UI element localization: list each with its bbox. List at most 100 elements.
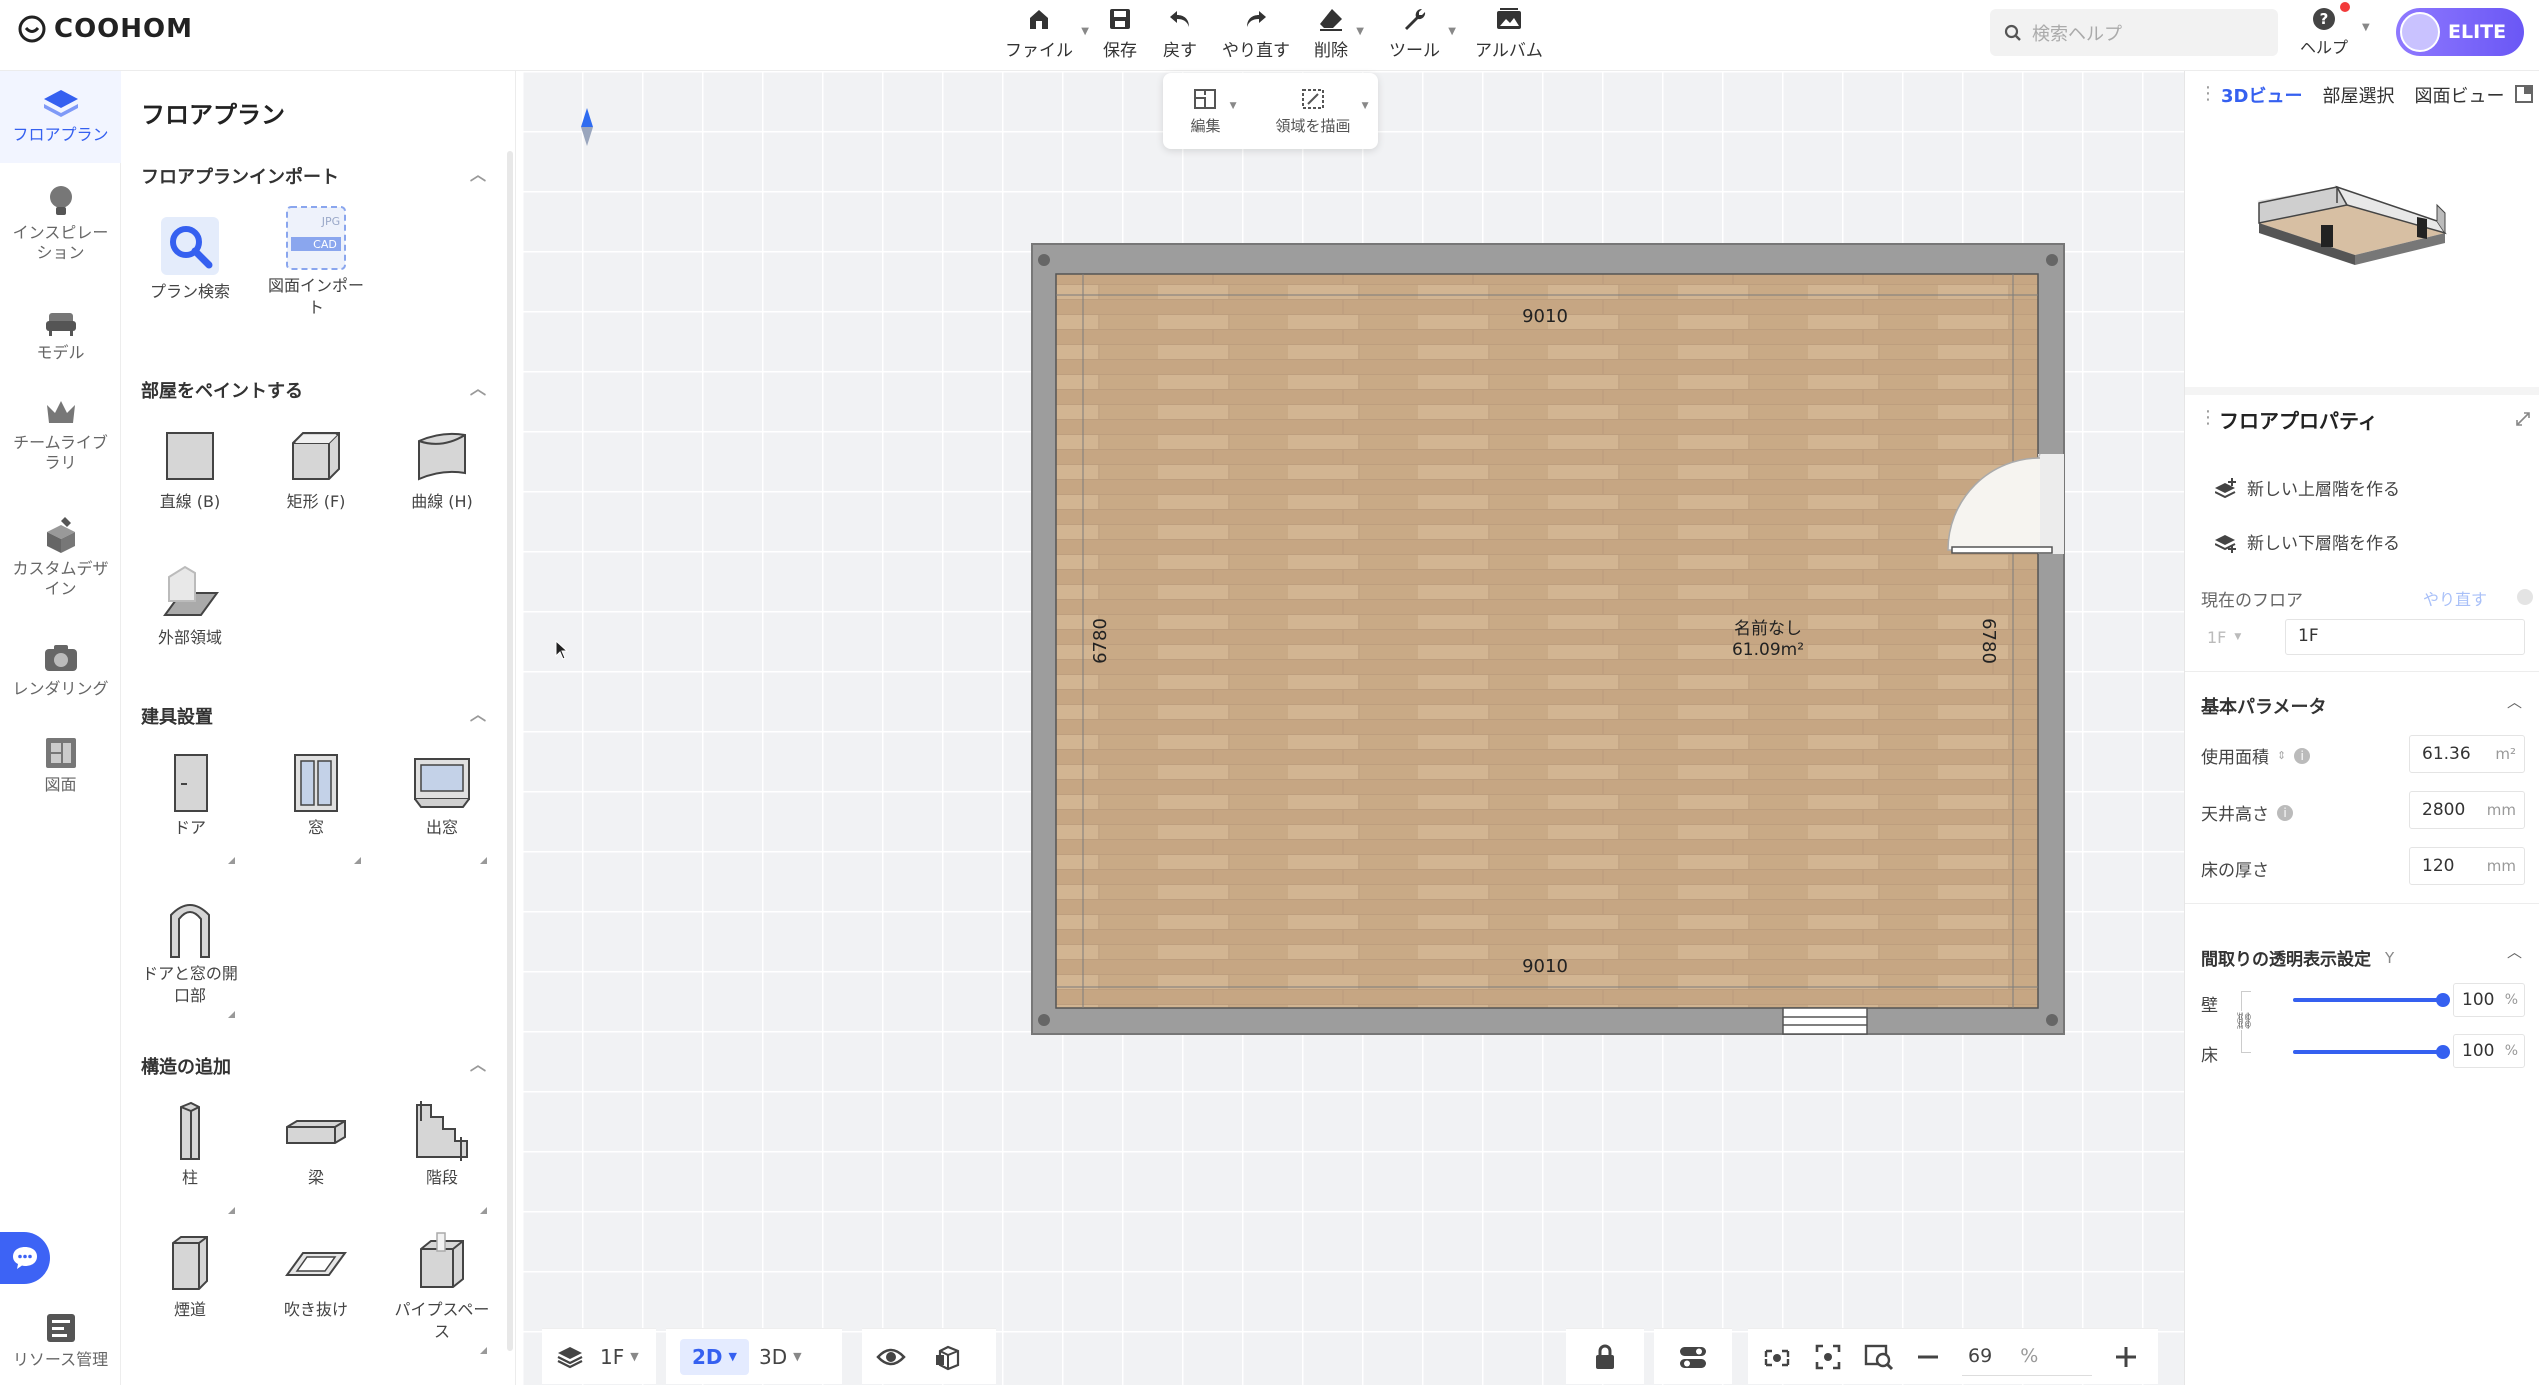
tool-stairs[interactable]: 階段	[387, 1097, 497, 1214]
save-button[interactable]: 保存	[1103, 6, 1137, 61]
nav-item-floorplan[interactable]: フロアプラン	[0, 71, 121, 163]
redo-button[interactable]: やり直す	[1222, 6, 1290, 61]
door-opening[interactable]	[2038, 454, 2064, 554]
tool-door[interactable]: ドア	[135, 747, 245, 864]
tab-3d-view[interactable]: 3Dビュー	[2221, 82, 2302, 108]
tool-void[interactable]: 吹き抜け	[261, 1229, 371, 1321]
section-paint-room[interactable]: 部屋をペイントする ︿	[141, 377, 486, 403]
tab-room-select[interactable]: 部屋選択	[2322, 82, 2394, 108]
info-icon[interactable]: i	[2277, 804, 2293, 821]
nav-item-model[interactable]: モデル	[0, 307, 121, 363]
nav-item-resource-management[interactable]: リソース管理	[0, 1310, 121, 1370]
floorplan-panel: フロアプラン フロアプランインポート ︿ プラン検索 JPG CAD 図面インポート…	[121, 71, 516, 1385]
draw-area-button[interactable]: 領域を描画 ▼	[1275, 87, 1369, 136]
cube-view-icon[interactable]	[934, 1343, 962, 1371]
floor-name-input[interactable]: 1F	[2285, 619, 2525, 655]
tool-curve[interactable]: 曲線 (H)	[387, 421, 497, 513]
fit-view-icon[interactable]	[1814, 1343, 1842, 1371]
chevron-up-icon[interactable]: ︿	[470, 1051, 486, 1075]
undo-button[interactable]: 戻す	[1163, 6, 1197, 61]
wall-slider-thumb[interactable]	[2436, 993, 2450, 1007]
floor-thickness-input[interactable]: 120 mm	[2409, 847, 2525, 885]
draw-area-label: 領域を描画	[1275, 116, 1351, 135]
info-icon[interactable]: i	[2294, 747, 2311, 764]
floor-transparency-input[interactable]: 100%	[2453, 1034, 2525, 1068]
edit-button[interactable]: 編集 ▼	[1190, 87, 1237, 136]
help-search-box[interactable]: 検索ヘルプ	[1990, 9, 2278, 56]
zoom-input[interactable]: 69 %	[1962, 1338, 2092, 1376]
toggle-settings-icon[interactable]	[1678, 1344, 1708, 1370]
settings-toggle-tool	[1654, 1328, 1732, 1384]
tool-rectangle[interactable]: 矩形 (F)	[261, 421, 371, 513]
file-menu-button[interactable]: ファイル ▼	[1005, 6, 1089, 61]
nav-item-drawing[interactable]: 図面	[0, 735, 121, 795]
nav-item-custom-design[interactable]: カスタムデザイン	[0, 515, 121, 599]
tool-exterior-area[interactable]: 外部領域	[135, 557, 245, 649]
chevron-up-icon[interactable]: ︿	[2507, 941, 2522, 962]
drag-handle-icon[interactable]: ⋮	[2199, 407, 2217, 428]
sort-icon[interactable]: ⇕	[2277, 749, 2286, 762]
nav-item-rendering[interactable]: レンダリング	[0, 641, 121, 699]
tool-beam[interactable]: 梁	[261, 1097, 371, 1189]
tool-door-window-opening[interactable]: ドアと窓の開口部	[135, 893, 245, 1018]
tool-pipe-space[interactable]: パイプスペース	[387, 1229, 497, 1354]
link-chain-icon[interactable]: ⛓	[2234, 1011, 2255, 1030]
view-reset-icon[interactable]	[1762, 1343, 1792, 1371]
account-elite-badge[interactable]: ELITE	[2396, 8, 2524, 56]
tool-window[interactable]: 窓	[261, 747, 371, 864]
help-button[interactable]: ? ヘルプ	[2300, 6, 2348, 58]
door-leaf[interactable]	[1951, 546, 2053, 554]
usable-area-input[interactable]: 61.36 m²	[2409, 735, 2525, 773]
chat-support-button[interactable]	[0, 1232, 50, 1284]
section-structure[interactable]: 構造の追加 ︿	[141, 1053, 486, 1079]
tool-plan-search[interactable]: プラン検索	[135, 211, 245, 303]
nav-item-inspiration[interactable]: インスピレーション	[0, 183, 121, 263]
tools-label: ツール	[1389, 41, 1440, 61]
floor-prefix-select[interactable]: 1F ▼	[2201, 619, 2271, 655]
eye-icon[interactable]	[876, 1346, 906, 1368]
tab-drawing-view[interactable]: 図面ビュー	[2414, 82, 2504, 108]
zoom-area-icon[interactable]	[1864, 1343, 1894, 1371]
wall-transparency-slider[interactable]	[2293, 993, 2450, 1007]
collapse-panel-icon[interactable]	[2515, 85, 2533, 103]
tool-bay-window[interactable]: 出窓	[387, 747, 497, 864]
room-floor[interactable]	[1056, 274, 2038, 1008]
wall-transparency-input[interactable]: 100%	[2453, 983, 2525, 1017]
floor-selector[interactable]: 1F ▼	[542, 1328, 656, 1384]
window-element[interactable]	[1782, 1007, 1868, 1035]
delete-button[interactable]: 削除 ▼	[1314, 6, 1364, 61]
ceiling-height-input[interactable]: 2800 mm	[2409, 791, 2525, 829]
floor-slider-thumb[interactable]	[2436, 1045, 2450, 1059]
tool-line[interactable]: 直線 (B)	[135, 421, 245, 513]
chevron-up-icon[interactable]: ︿	[470, 375, 486, 399]
section-fixtures[interactable]: 建具設置 ︿	[141, 703, 486, 729]
zoom-in-icon[interactable]	[2114, 1345, 2138, 1369]
drag-handle-icon[interactable]: ⋮	[2199, 83, 2217, 104]
nav-item-team-library[interactable]: チームライブラリ	[0, 397, 121, 473]
floor-transparency-slider[interactable]	[2293, 1045, 2450, 1059]
compass-north-icon[interactable]	[578, 106, 596, 148]
tool-drawing-import[interactable]: JPG CAD 図面インポート	[261, 203, 371, 319]
view-2d-button[interactable]: 2D ▼	[680, 1338, 749, 1375]
view-3d-button[interactable]: 3D ▼	[759, 1345, 802, 1369]
room-plan-drawing[interactable]: 9010 9010 6780 6780 名前なし 61.09m²	[1028, 240, 2068, 1040]
chevron-up-icon[interactable]: ︿	[470, 701, 486, 725]
album-button[interactable]: アルバム	[1475, 6, 1543, 61]
chevron-up-icon[interactable]: ︿	[2507, 691, 2522, 712]
room-name[interactable]: 名前なし	[1734, 619, 1802, 639]
3d-preview[interactable]	[2187, 143, 2537, 383]
tool-flue[interactable]: 煙道	[135, 1229, 245, 1321]
section-import[interactable]: フロアプランインポート ︿	[141, 163, 486, 189]
panel-scrollbar[interactable]	[507, 151, 513, 1351]
wall-label: 壁	[2201, 996, 2218, 1016]
tools-button[interactable]: ツール ▼	[1389, 6, 1456, 61]
new-lower-floor-button[interactable]: 新しい下層階を作る	[2215, 529, 2400, 554]
lock-icon[interactable]	[1593, 1343, 1617, 1371]
new-upper-floor-button[interactable]: 新しい上層階を作る	[2215, 475, 2400, 500]
tool-column[interactable]: 柱	[135, 1097, 245, 1214]
chevron-up-icon[interactable]: ︿	[470, 161, 486, 185]
zoom-out-icon[interactable]	[1916, 1345, 1940, 1369]
current-floor-redo-link[interactable]: やり直す	[2423, 586, 2487, 610]
nav-label: リソース管理	[12, 1350, 109, 1369]
expand-icon[interactable]	[2515, 411, 2531, 427]
